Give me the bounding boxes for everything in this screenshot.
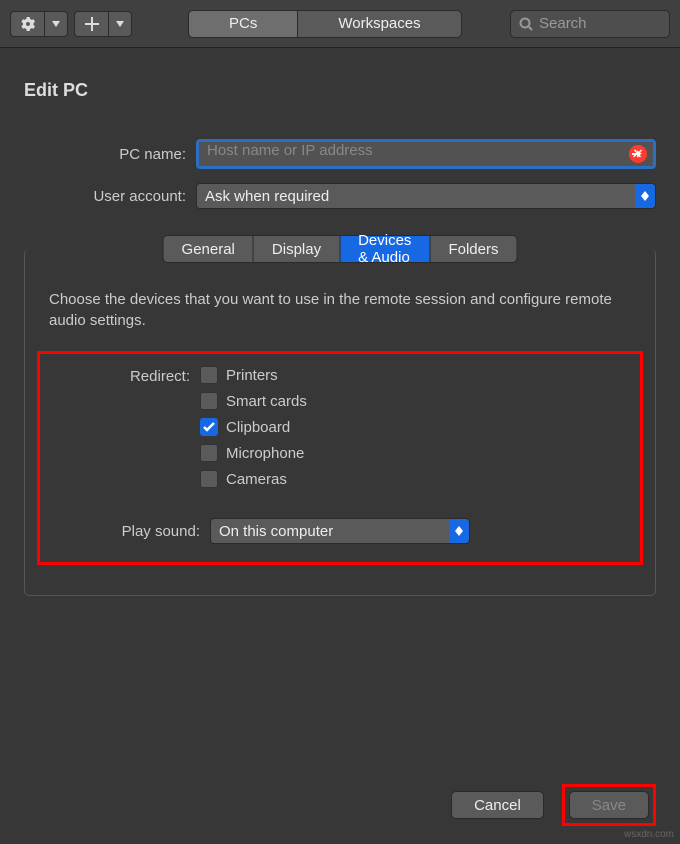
pc-name-row: PC name: <box>24 139 656 169</box>
checkbox-label: Cameras <box>226 471 287 488</box>
play-sound-select[interactable]: On this computer <box>210 518 470 544</box>
dialog-footer: Cancel Save <box>451 784 656 826</box>
tab-folders[interactable]: Folders <box>430 235 517 263</box>
tab-workspaces[interactable]: Workspaces <box>298 10 461 38</box>
redirect-checklist: Printers Smart cards Clipboard <box>200 366 307 488</box>
save-button[interactable]: Save <box>569 791 649 819</box>
user-account-row: User account: Ask when required <box>24 183 656 209</box>
panel-tabs: General Display Devices & Audio Folders <box>163 235 518 263</box>
redirect-label: Redirect: <box>52 366 200 488</box>
checkbox-clipboard[interactable] <box>200 418 218 436</box>
add-button[interactable] <box>74 11 108 37</box>
search-icon <box>519 17 533 31</box>
checkbox-label: Clipboard <box>226 419 290 436</box>
panel-description: Choose the devices that you want to use … <box>49 289 631 331</box>
check-item-cameras: Cameras <box>200 470 307 488</box>
play-sound-label: Play sound: <box>52 523 210 540</box>
pc-name-input-wrapper <box>196 139 656 169</box>
play-sound-row: Play sound: On this computer <box>52 518 622 544</box>
checkbox-microphone[interactable] <box>200 444 218 462</box>
pc-name-input[interactable] <box>207 142 621 159</box>
main-tabs: PCs Workspaces <box>188 10 462 38</box>
check-item-clipboard: Clipboard <box>200 418 307 436</box>
select-arrows-icon <box>449 519 469 543</box>
user-account-label: User account: <box>24 188 196 205</box>
pc-name-label: PC name: <box>24 146 196 163</box>
redirect-row: Redirect: Printers Smart cards <box>52 366 622 488</box>
tab-pcs[interactable]: PCs <box>188 10 298 38</box>
toolbar: PCs Workspaces Search <box>0 0 680 48</box>
watermark: wsxdn.com <box>624 829 674 840</box>
checkbox-label: Printers <box>226 367 278 384</box>
check-item-smartcards: Smart cards <box>200 392 307 410</box>
settings-split-button <box>10 11 68 37</box>
save-highlight: Save <box>562 784 656 826</box>
dialog-title: Edit PC <box>24 80 656 101</box>
highlight-box: Redirect: Printers Smart cards <box>37 351 643 565</box>
checkbox-smartcards[interactable] <box>200 392 218 410</box>
select-arrows-icon <box>635 184 655 208</box>
settings-button[interactable] <box>10 11 44 37</box>
plus-icon <box>85 17 99 31</box>
chevron-down-icon <box>116 21 124 27</box>
dialog-content: Edit PC PC name: User account: Ask when … <box>0 48 680 616</box>
tab-general[interactable]: General <box>163 235 254 263</box>
checkbox-printers[interactable] <box>200 366 218 384</box>
error-icon <box>629 145 647 163</box>
add-dropdown-button[interactable] <box>108 11 132 37</box>
tab-devices-audio[interactable]: Devices & Audio <box>340 235 430 263</box>
search-input[interactable]: Search <box>510 10 670 38</box>
user-account-select[interactable]: Ask when required <box>196 183 656 209</box>
panel-body: Choose the devices that you want to use … <box>25 249 655 595</box>
checkbox-cameras[interactable] <box>200 470 218 488</box>
add-split-button <box>74 11 132 37</box>
settings-dropdown-button[interactable] <box>44 11 68 37</box>
check-item-printers: Printers <box>200 366 307 384</box>
checkbox-label: Smart cards <box>226 393 307 410</box>
check-item-microphone: Microphone <box>200 444 307 462</box>
play-sound-value: On this computer <box>219 523 333 540</box>
settings-panel: General Display Devices & Audio Folders … <box>24 249 656 596</box>
chevron-down-icon <box>52 21 60 27</box>
gear-icon <box>20 16 36 32</box>
search-placeholder: Search <box>539 15 587 32</box>
cancel-button[interactable]: Cancel <box>451 791 544 819</box>
user-account-value: Ask when required <box>205 188 329 205</box>
tab-display[interactable]: Display <box>254 235 340 263</box>
checkbox-label: Microphone <box>226 445 304 462</box>
